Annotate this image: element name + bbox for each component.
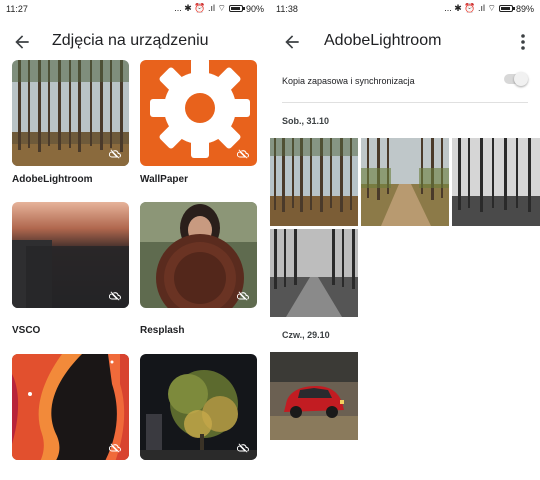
folder-label: AdobeLightroom [12, 174, 93, 185]
cloud-off-icon [237, 443, 249, 453]
backup-sync-label: Kopia zapasowa i synchronizacja [282, 76, 415, 86]
backup-sync-row[interactable]: Kopia zapasowa i synchronizacja [282, 70, 528, 94]
folder-tile-wallpaper[interactable] [140, 60, 257, 166]
folder-tile[interactable] [140, 354, 257, 460]
cloud-off-icon [237, 149, 249, 159]
more-vert-icon[interactable] [520, 32, 526, 52]
device-folders-screen: 11:27 ... ✱ ⏰ .ıl ⌔ 90% Zdjęcia na urząd… [0, 0, 270, 480]
status-icons: ... ✱ ⏰ .ıl ⌔ 90% [174, 3, 264, 14]
backup-sync-toggle[interactable] [504, 72, 528, 86]
folder-detail-screen: 11:38 ... ✱ ⏰ .ıl ⌔ 89% AdobeLightroom K… [270, 0, 540, 480]
app-bar: Zdjęcia na urządzeniu [0, 22, 270, 62]
photo-thumbnail[interactable] [270, 229, 358, 317]
photo-thumbnail[interactable] [270, 138, 358, 226]
date-header: Sob., 31.10 [282, 116, 330, 126]
status-time: 11:38 [276, 4, 298, 14]
battery-percent: 90% [245, 3, 264, 14]
photo-thumbnail[interactable] [270, 352, 358, 440]
battery-icon [498, 5, 515, 12]
battery-icon [228, 5, 245, 12]
photo-thumbnail[interactable] [361, 138, 449, 226]
photo-thumbnail[interactable] [452, 138, 540, 226]
folder-label: WallPaper [140, 174, 188, 185]
status-bar: 11:38 ... ✱ ⏰ .ıl ⌔ 89% [270, 0, 540, 20]
folder-label: VSCO [12, 325, 41, 336]
cloud-off-icon [237, 291, 249, 301]
status-time: 11:27 [6, 4, 28, 14]
folder-title: AdobeLightroom [324, 32, 442, 49]
divider [282, 102, 528, 103]
folder-tile[interactable] [12, 354, 129, 460]
cloud-off-icon [109, 443, 121, 453]
date-header: Czw., 29.10 [282, 330, 330, 340]
status-icons: ... ✱ ⏰ .ıl ⌔ 89% [444, 3, 534, 14]
folder-tile-resplash[interactable] [140, 202, 257, 308]
arrow-back-icon[interactable] [12, 32, 32, 52]
status-indicators: ... ✱ ⏰ .ıl ⌔ [174, 3, 226, 13]
status-indicators: ... ✱ ⏰ .ıl ⌔ [444, 3, 496, 13]
folder-label: Resplash [140, 325, 185, 336]
app-bar: AdobeLightroom [270, 22, 540, 62]
cloud-off-icon [109, 291, 121, 301]
cloud-off-icon [109, 149, 121, 159]
folder-tile-adobelightroom[interactable] [12, 60, 129, 166]
battery-percent: 89% [515, 3, 534, 14]
status-bar: 11:27 ... ✱ ⏰ .ıl ⌔ 90% [0, 0, 270, 20]
arrow-back-icon[interactable] [282, 32, 302, 52]
folder-tile-vsco[interactable] [12, 202, 129, 308]
page-title: Zdjęcia na urządzeniu [52, 32, 209, 49]
